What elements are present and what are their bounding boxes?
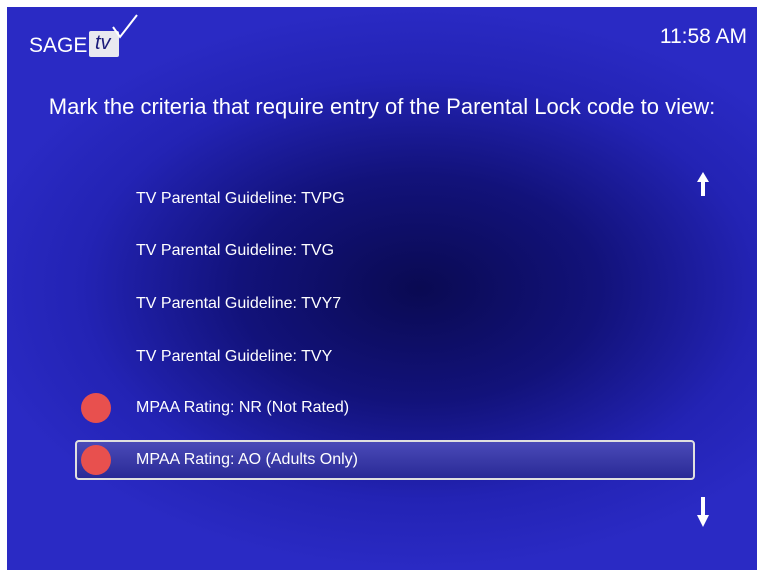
checkmark-icon xyxy=(112,14,138,39)
down-arrow-icon[interactable] xyxy=(697,497,709,529)
logo-text: SAGE xyxy=(29,34,88,57)
sagetv-logo: SAGE tv xyxy=(29,14,159,61)
item-label: TV Parental Guideline: TVY xyxy=(136,348,333,365)
logo-badge-text: tv xyxy=(95,32,111,54)
sagetv-screen: SAGE tv 11:58 AM Mark the criteria that … xyxy=(7,7,757,570)
clock: 11:58 AM xyxy=(659,25,747,48)
item-label: MPAA Rating: NR (Not Rated) xyxy=(136,399,350,416)
item-label: TV Parental Guideline: TVY7 xyxy=(136,295,342,312)
item-label: TV Parental Guideline: TVG xyxy=(136,242,335,259)
red-dot-icon xyxy=(81,445,111,475)
item-label: TV Parental Guideline: TVPG xyxy=(136,190,345,207)
up-arrow-icon[interactable] xyxy=(697,172,709,204)
list-item-tvy[interactable]: TV Parental Guideline: TVY xyxy=(75,337,695,377)
page-title: Mark the criteria that require entry of … xyxy=(48,94,716,119)
list-item-mpaa-ao[interactable]: MPAA Rating: AO (Adults Only) xyxy=(75,440,695,480)
list-item-tvy7[interactable]: TV Parental Guideline: TVY7 xyxy=(75,284,695,324)
item-label: MPAA Rating: AO (Adults Only) xyxy=(136,451,359,468)
list-item-mpaa-nr[interactable]: MPAA Rating: NR (Not Rated) xyxy=(75,388,695,428)
list-item-tvpg[interactable]: TV Parental Guideline: TVPG xyxy=(75,179,695,219)
list-item-tvg[interactable]: TV Parental Guideline: TVG xyxy=(75,231,695,271)
